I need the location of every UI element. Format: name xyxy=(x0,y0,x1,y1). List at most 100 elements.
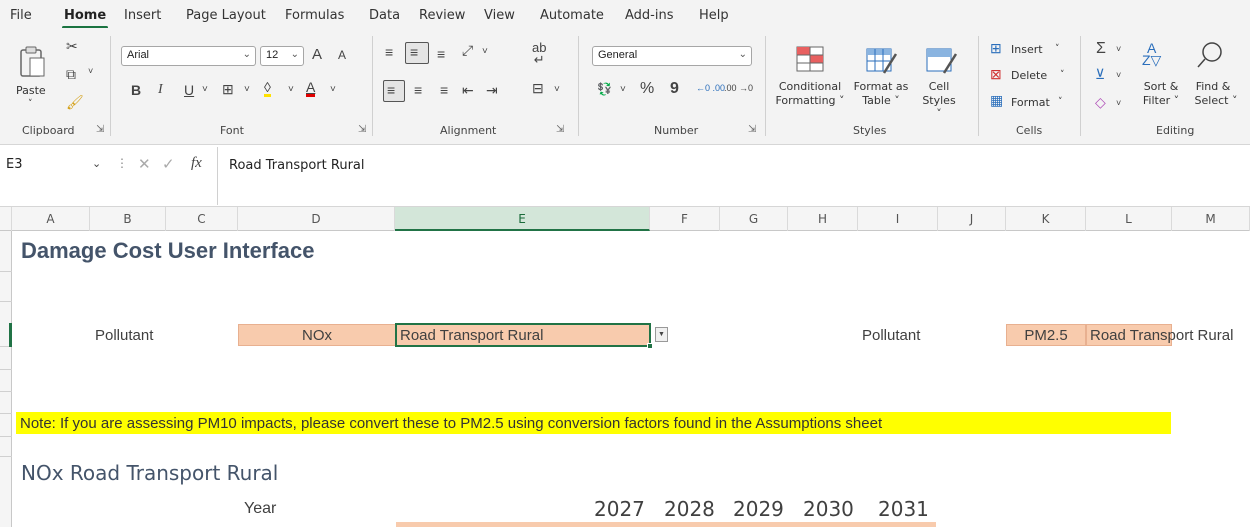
chevron-down-icon[interactable]: ˅ xyxy=(1116,98,1121,108)
column-header-k[interactable]: K xyxy=(1006,207,1086,231)
font-group-label: Font xyxy=(220,124,244,137)
menu-automate[interactable]: Automate xyxy=(540,8,604,23)
grow-font-icon[interactable]: A xyxy=(312,46,322,63)
row-divider xyxy=(0,369,12,370)
menu-insert[interactable]: Insert xyxy=(124,8,161,23)
column-header-e[interactable]: E xyxy=(395,207,650,231)
dropdown-arrow-button[interactable]: ▼ xyxy=(655,327,668,342)
chevron-down-icon[interactable]: ˅ xyxy=(1116,44,1121,54)
accounting-format-icon[interactable]: 💱 xyxy=(597,82,612,96)
column-header-b[interactable]: B xyxy=(90,207,166,231)
menu-view[interactable]: View xyxy=(484,8,515,23)
fill-color-icon[interactable]: ◊ xyxy=(264,80,271,97)
divider xyxy=(978,36,979,136)
menu-data[interactable]: Data xyxy=(369,8,400,23)
divider xyxy=(372,36,373,136)
align-top-icon[interactable]: ≡ xyxy=(385,44,393,60)
column-header-l[interactable]: L xyxy=(1086,207,1172,231)
font-size-select[interactable]: 12 ⌄ xyxy=(260,46,304,66)
paste-button[interactable]: Paste ˅ xyxy=(16,46,48,109)
chevron-down-icon[interactable]: ˅ xyxy=(482,46,488,57)
font-color-icon[interactable]: A xyxy=(306,80,316,97)
chevron-down-icon[interactable]: ˅ xyxy=(1116,70,1121,80)
merge-center-icon[interactable]: ⊟ xyxy=(532,80,544,97)
align-right-icon[interactable]: ≡ xyxy=(440,82,448,98)
column-header-h[interactable]: H xyxy=(788,207,858,231)
shrink-font-icon[interactable]: A xyxy=(338,48,346,62)
chevron-down-icon[interactable]: ˅ xyxy=(202,84,208,95)
chevron-down-icon[interactable]: ⌄ xyxy=(92,157,101,170)
insert-function-icon[interactable]: fx xyxy=(191,155,202,172)
column-header-f[interactable]: F xyxy=(650,207,720,231)
orientation-icon[interactable]: ⤢ xyxy=(462,42,473,59)
select-all-corner[interactable] xyxy=(0,207,12,231)
clear-icon[interactable]: ◇ xyxy=(1095,94,1106,111)
formula-input[interactable]: Road Transport Rural xyxy=(229,158,365,173)
italic-icon[interactable]: I xyxy=(158,82,163,98)
chevron-down-icon: ⌄ xyxy=(738,49,747,60)
column-header-c[interactable]: C xyxy=(166,207,238,231)
borders-icon[interactable]: ⊞ xyxy=(222,81,234,98)
row-divider xyxy=(0,456,12,457)
align-bottom-icon[interactable]: ≡ xyxy=(437,46,445,62)
more-options-icon[interactable]: ⋮ xyxy=(116,156,128,170)
increase-indent-icon[interactable]: ⇥ xyxy=(486,82,498,99)
menu-help[interactable]: Help xyxy=(699,8,729,23)
chevron-down-icon[interactable]: ˅ xyxy=(88,66,93,76)
pollutant-value-1: NOx xyxy=(302,327,332,344)
cancel-icon[interactable]: ✕ xyxy=(138,155,151,173)
column-header-g[interactable]: G xyxy=(720,207,788,231)
format-as-table-label-1: Format as xyxy=(853,80,909,93)
column-header-m[interactable]: M xyxy=(1172,207,1250,231)
decrease-decimal-icon[interactable]: .00 →0 xyxy=(724,83,753,93)
delete-cells-icon: ⊠ xyxy=(990,66,1002,82)
column-header-a[interactable]: A xyxy=(12,207,90,231)
chevron-down-icon[interactable]: ˅ xyxy=(288,84,294,95)
number-format-select[interactable]: General ⌄ xyxy=(592,46,752,66)
divider xyxy=(217,147,218,205)
underline-icon[interactable]: U xyxy=(184,82,194,98)
column-header-j[interactable]: J xyxy=(938,207,1006,231)
dialog-launcher-icon[interactable]: ⇲ xyxy=(748,124,756,135)
font-name-select[interactable]: Arial ⌄ xyxy=(121,46,256,66)
percent-style-icon[interactable]: % xyxy=(640,80,654,98)
align-left-button[interactable]: ≡ xyxy=(383,80,405,102)
wrap-text-icon[interactable]: ab ↵ xyxy=(532,41,546,66)
comma-style-icon[interactable]: 9 xyxy=(670,80,679,98)
menu-formulas[interactable]: Formulas xyxy=(285,8,344,23)
year-label: Year xyxy=(244,500,277,517)
pollutant-label-2: Pollutant xyxy=(862,327,921,344)
decrease-indent-icon[interactable]: ⇤ xyxy=(462,82,474,99)
bold-icon[interactable]: B xyxy=(131,82,141,98)
pollutant-label: Pollutant xyxy=(95,327,154,344)
enter-icon[interactable]: ✓ xyxy=(162,155,175,173)
increase-decimal-icon[interactable]: ←0 .00 xyxy=(696,83,725,93)
menu-home[interactable]: Home xyxy=(64,8,106,23)
menu-page-layout[interactable]: Page Layout xyxy=(186,8,266,23)
menu-review[interactable]: Review xyxy=(419,8,465,23)
dialog-launcher-icon[interactable]: ⇲ xyxy=(96,124,104,135)
column-header-d[interactable]: D xyxy=(238,207,395,231)
menu-add-ins[interactable]: Add-ins xyxy=(625,8,673,23)
column-header-i[interactable]: I xyxy=(858,207,938,231)
copy-icon[interactable]: ⧉ xyxy=(66,66,76,83)
cut-icon[interactable]: ✂ xyxy=(66,38,78,55)
dialog-launcher-icon[interactable]: ⇲ xyxy=(556,124,564,135)
chevron-down-icon[interactable]: ˅ xyxy=(620,84,626,95)
menu-file[interactable]: File xyxy=(10,8,32,23)
chevron-down-icon[interactable]: ˅ xyxy=(554,84,560,95)
chevron-down-icon: ⌄ xyxy=(290,49,299,60)
align-middle-button[interactable]: ≡ xyxy=(405,42,429,64)
chevron-down-icon[interactable]: ˅ xyxy=(244,84,250,95)
autosum-icon[interactable]: Σ xyxy=(1096,40,1106,58)
format-cells-label: Format xyxy=(1011,96,1050,109)
sort-filter-label-1: Sort & xyxy=(1143,80,1179,93)
fill-icon[interactable]: ⊻ xyxy=(1095,66,1105,83)
conditional-formatting-icon xyxy=(796,46,824,72)
format-painter-icon[interactable]: 🖌 xyxy=(66,94,84,111)
align-center-icon[interactable]: ≡ xyxy=(414,82,422,98)
dialog-launcher-icon[interactable]: ⇲ xyxy=(358,124,366,135)
fill-handle[interactable] xyxy=(647,343,653,349)
chevron-down-icon[interactable]: ˅ xyxy=(330,84,336,95)
clipboard-group-label: Clipboard xyxy=(22,124,75,137)
